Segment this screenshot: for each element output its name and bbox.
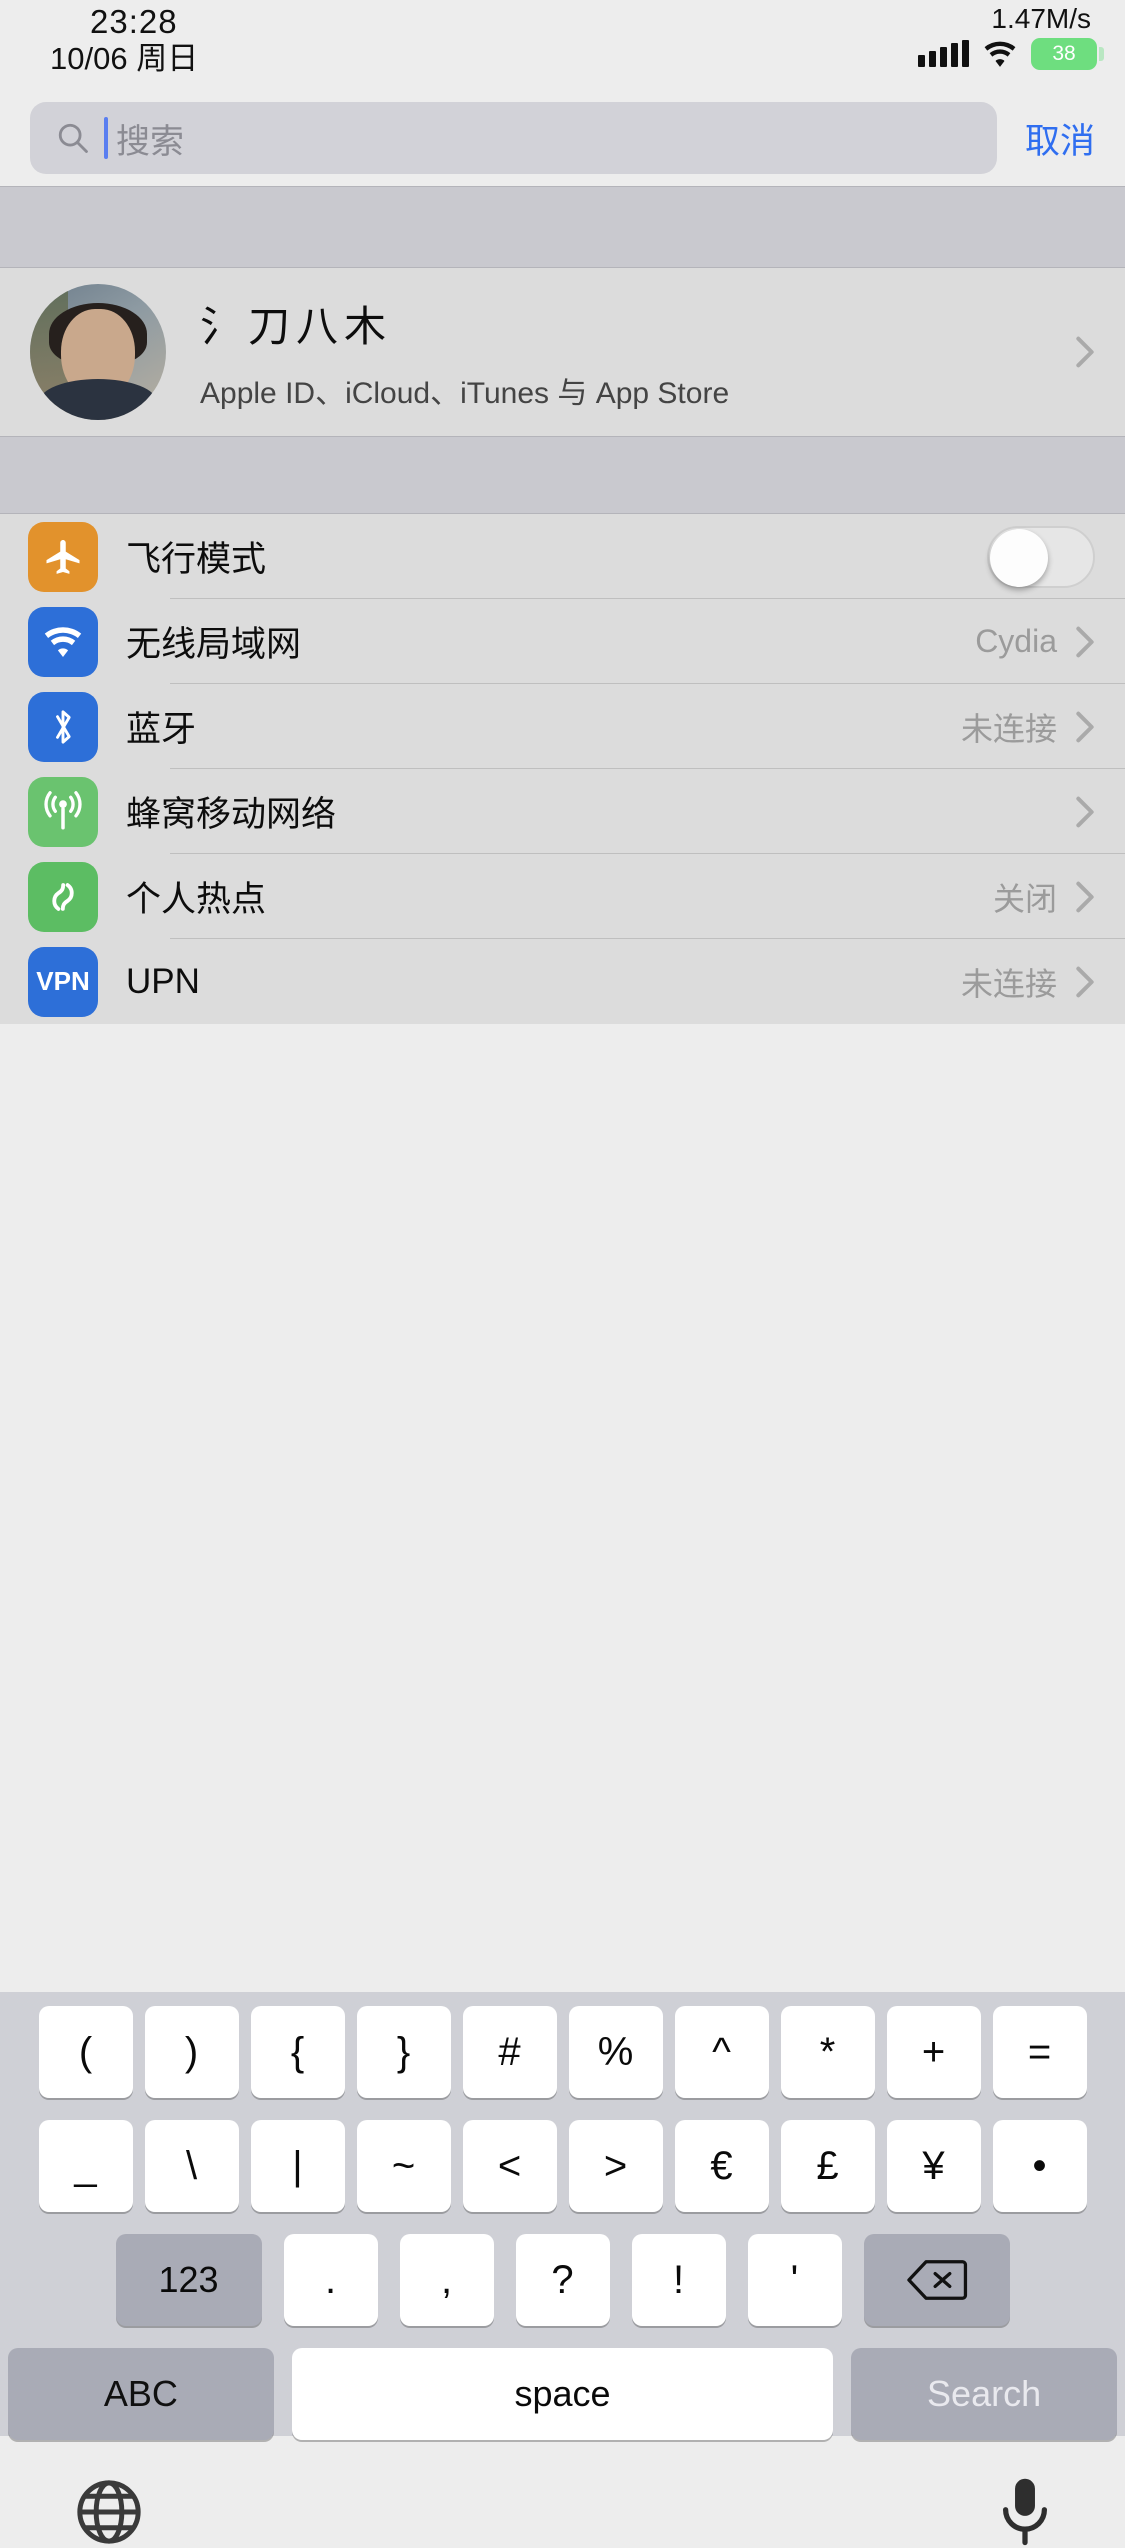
- key-asterisk[interactable]: *: [780, 2006, 875, 2098]
- search-placeholder: 搜索: [116, 122, 184, 161]
- key-paren-open[interactable]: (: [38, 2006, 133, 2098]
- key-abc-layout[interactable]: ABC: [8, 2348, 274, 2440]
- key-pound[interactable]: £: [780, 2120, 875, 2212]
- microphone-icon[interactable]: [999, 2476, 1051, 2548]
- globe-icon[interactable]: [74, 2477, 144, 2547]
- settings-row-label: UPN: [126, 961, 200, 1001]
- key-tilde[interactable]: ~: [356, 2120, 451, 2212]
- settings-row-value: 关闭: [992, 880, 1057, 917]
- settings-row-airplane-mode[interactable]: 飞行模式: [0, 514, 1125, 599]
- settings-row-label: 无线局域网: [126, 625, 302, 664]
- apple-id-row[interactable]: 氵刀八木 Apple ID、iCloud、iTunes 与 App Store: [0, 268, 1125, 436]
- key-caret[interactable]: ^: [674, 2006, 769, 2098]
- settings-row-label: 个人热点: [126, 880, 267, 919]
- key-greater-than[interactable]: >: [568, 2120, 663, 2212]
- hotspot-icon: [28, 861, 98, 932]
- search-input[interactable]: 搜索: [30, 102, 997, 174]
- section-spacer-middle: [0, 436, 1125, 514]
- settings-row-value: 未连接: [960, 965, 1057, 1002]
- toggle-knob: [990, 528, 1048, 587]
- key-hash[interactable]: #: [462, 2006, 557, 2098]
- key-paren-close[interactable]: ): [144, 2006, 239, 2098]
- battery-level-label: 38: [1052, 42, 1076, 65]
- key-period[interactable]: .: [283, 2234, 378, 2326]
- cellular-bars-icon: [918, 40, 969, 67]
- profile-text: 氵刀八木 Apple ID、iCloud、iTunes 与 App Store: [200, 293, 1075, 412]
- wifi-icon: [28, 606, 98, 677]
- key-exclamation[interactable]: !: [631, 2234, 726, 2326]
- keyboard-row-1: ( ) { } # % ^ * + =: [8, 2006, 1117, 2098]
- settings-row-label: 蜂窝移动网络: [126, 795, 337, 834]
- key-percent[interactable]: %: [568, 2006, 663, 2098]
- key-euro[interactable]: €: [674, 2120, 769, 2212]
- key-brace-open[interactable]: {: [250, 2006, 345, 2098]
- key-backslash[interactable]: \: [144, 2120, 239, 2212]
- key-equals[interactable]: =: [992, 2006, 1087, 2098]
- vpn-icon: VPN: [28, 946, 98, 1017]
- key-question[interactable]: ?: [515, 2234, 610, 2326]
- battery-indicator: 38: [1031, 38, 1104, 70]
- key-plus[interactable]: +: [886, 2006, 981, 2098]
- chevron-right-icon: [1076, 881, 1094, 912]
- status-time: 23:28: [90, 3, 178, 40]
- text-cursor: [104, 117, 108, 159]
- network-settings-group: 飞行模式 无线局域网 Cydia 蓝牙 未连接 蜂窝移动网络 个人热点 关闭 V…: [0, 514, 1125, 1024]
- key-underscore[interactable]: _: [38, 2120, 133, 2212]
- chevron-right-icon: [1076, 336, 1094, 368]
- settings-row-wifi[interactable]: 无线局域网 Cydia: [0, 599, 1125, 684]
- key-numeric-layout[interactable]: 123: [115, 2234, 262, 2326]
- status-bar: 23:28 10/06 周日 1.47M/s 38: [0, 0, 1125, 90]
- on-screen-keyboard: ( ) { } # % ^ * + = _ \ | ~ < > € £ ¥ • …: [0, 1992, 1125, 2546]
- key-pipe[interactable]: |: [250, 2120, 345, 2212]
- airplane-icon: [28, 521, 98, 592]
- search-bar-row: 搜索 取消: [0, 90, 1125, 186]
- vpn-icon-label: VPN: [36, 966, 90, 996]
- settings-row-value: 未连接: [960, 710, 1057, 747]
- keyboard-rows: ( ) { } # % ^ * + = _ \ | ~ < > € £ ¥ • …: [0, 1992, 1125, 2548]
- status-icons: 38: [918, 38, 1104, 70]
- search-icon: [58, 123, 88, 153]
- bluetooth-icon: [28, 691, 98, 762]
- settings-row-value: Cydia: [975, 623, 1057, 659]
- key-less-than[interactable]: <: [462, 2120, 557, 2212]
- wifi-icon: [984, 41, 1016, 67]
- airplane-mode-toggle[interactable]: [987, 525, 1095, 588]
- keyboard-row-3: 123 . , ? ! ': [8, 2234, 1117, 2326]
- avatar: [30, 284, 166, 420]
- delete-icon[interactable]: [863, 2234, 1010, 2326]
- section-spacer-top: [0, 186, 1125, 268]
- profile-name: 氵刀八木: [200, 302, 393, 350]
- keyboard-row-2: _ \ | ~ < > € £ ¥ •: [8, 2120, 1117, 2212]
- key-comma[interactable]: ,: [399, 2234, 494, 2326]
- status-bar-right: 1.47M/s 38: [918, 2, 1104, 70]
- key-space[interactable]: space: [291, 2348, 834, 2440]
- keyboard-bottom-bar: [8, 2462, 1117, 2548]
- keyboard-row-4: ABC space Search: [8, 2348, 1117, 2440]
- key-search-return[interactable]: Search: [851, 2348, 1117, 2440]
- key-apostrophe[interactable]: ': [747, 2234, 842, 2326]
- settings-row-label: 蓝牙: [126, 710, 197, 749]
- key-bullet[interactable]: •: [992, 2120, 1087, 2212]
- settings-row-personal-hotspot[interactable]: 个人热点 关闭: [0, 854, 1125, 939]
- key-yen[interactable]: ¥: [886, 2120, 981, 2212]
- status-bar-left: 23:28 10/06 周日: [50, 4, 198, 78]
- account-group: 氵刀八木 Apple ID、iCloud、iTunes 与 App Store: [0, 268, 1125, 436]
- status-date: 10/06 周日: [50, 41, 199, 76]
- chevron-right-icon: [1076, 711, 1094, 742]
- settings-row-bluetooth[interactable]: 蓝牙 未连接: [0, 684, 1125, 769]
- chevron-right-icon: [1076, 626, 1094, 657]
- key-brace-close[interactable]: }: [356, 2006, 451, 2098]
- cancel-button[interactable]: 取消: [1025, 113, 1095, 164]
- chevron-right-icon: [1076, 796, 1094, 827]
- settings-row-cellular[interactable]: 蜂窝移动网络: [0, 769, 1125, 854]
- settings-row-vpn[interactable]: VPN UPN 未连接: [0, 939, 1125, 1024]
- profile-subtitle: Apple ID、iCloud、iTunes 与 App Store: [200, 376, 730, 410]
- network-speed-label: 1.47M/s: [991, 3, 1091, 34]
- cellular-icon: [28, 776, 98, 847]
- settings-row-label: 飞行模式: [126, 540, 267, 579]
- chevron-right-icon: [1076, 966, 1094, 997]
